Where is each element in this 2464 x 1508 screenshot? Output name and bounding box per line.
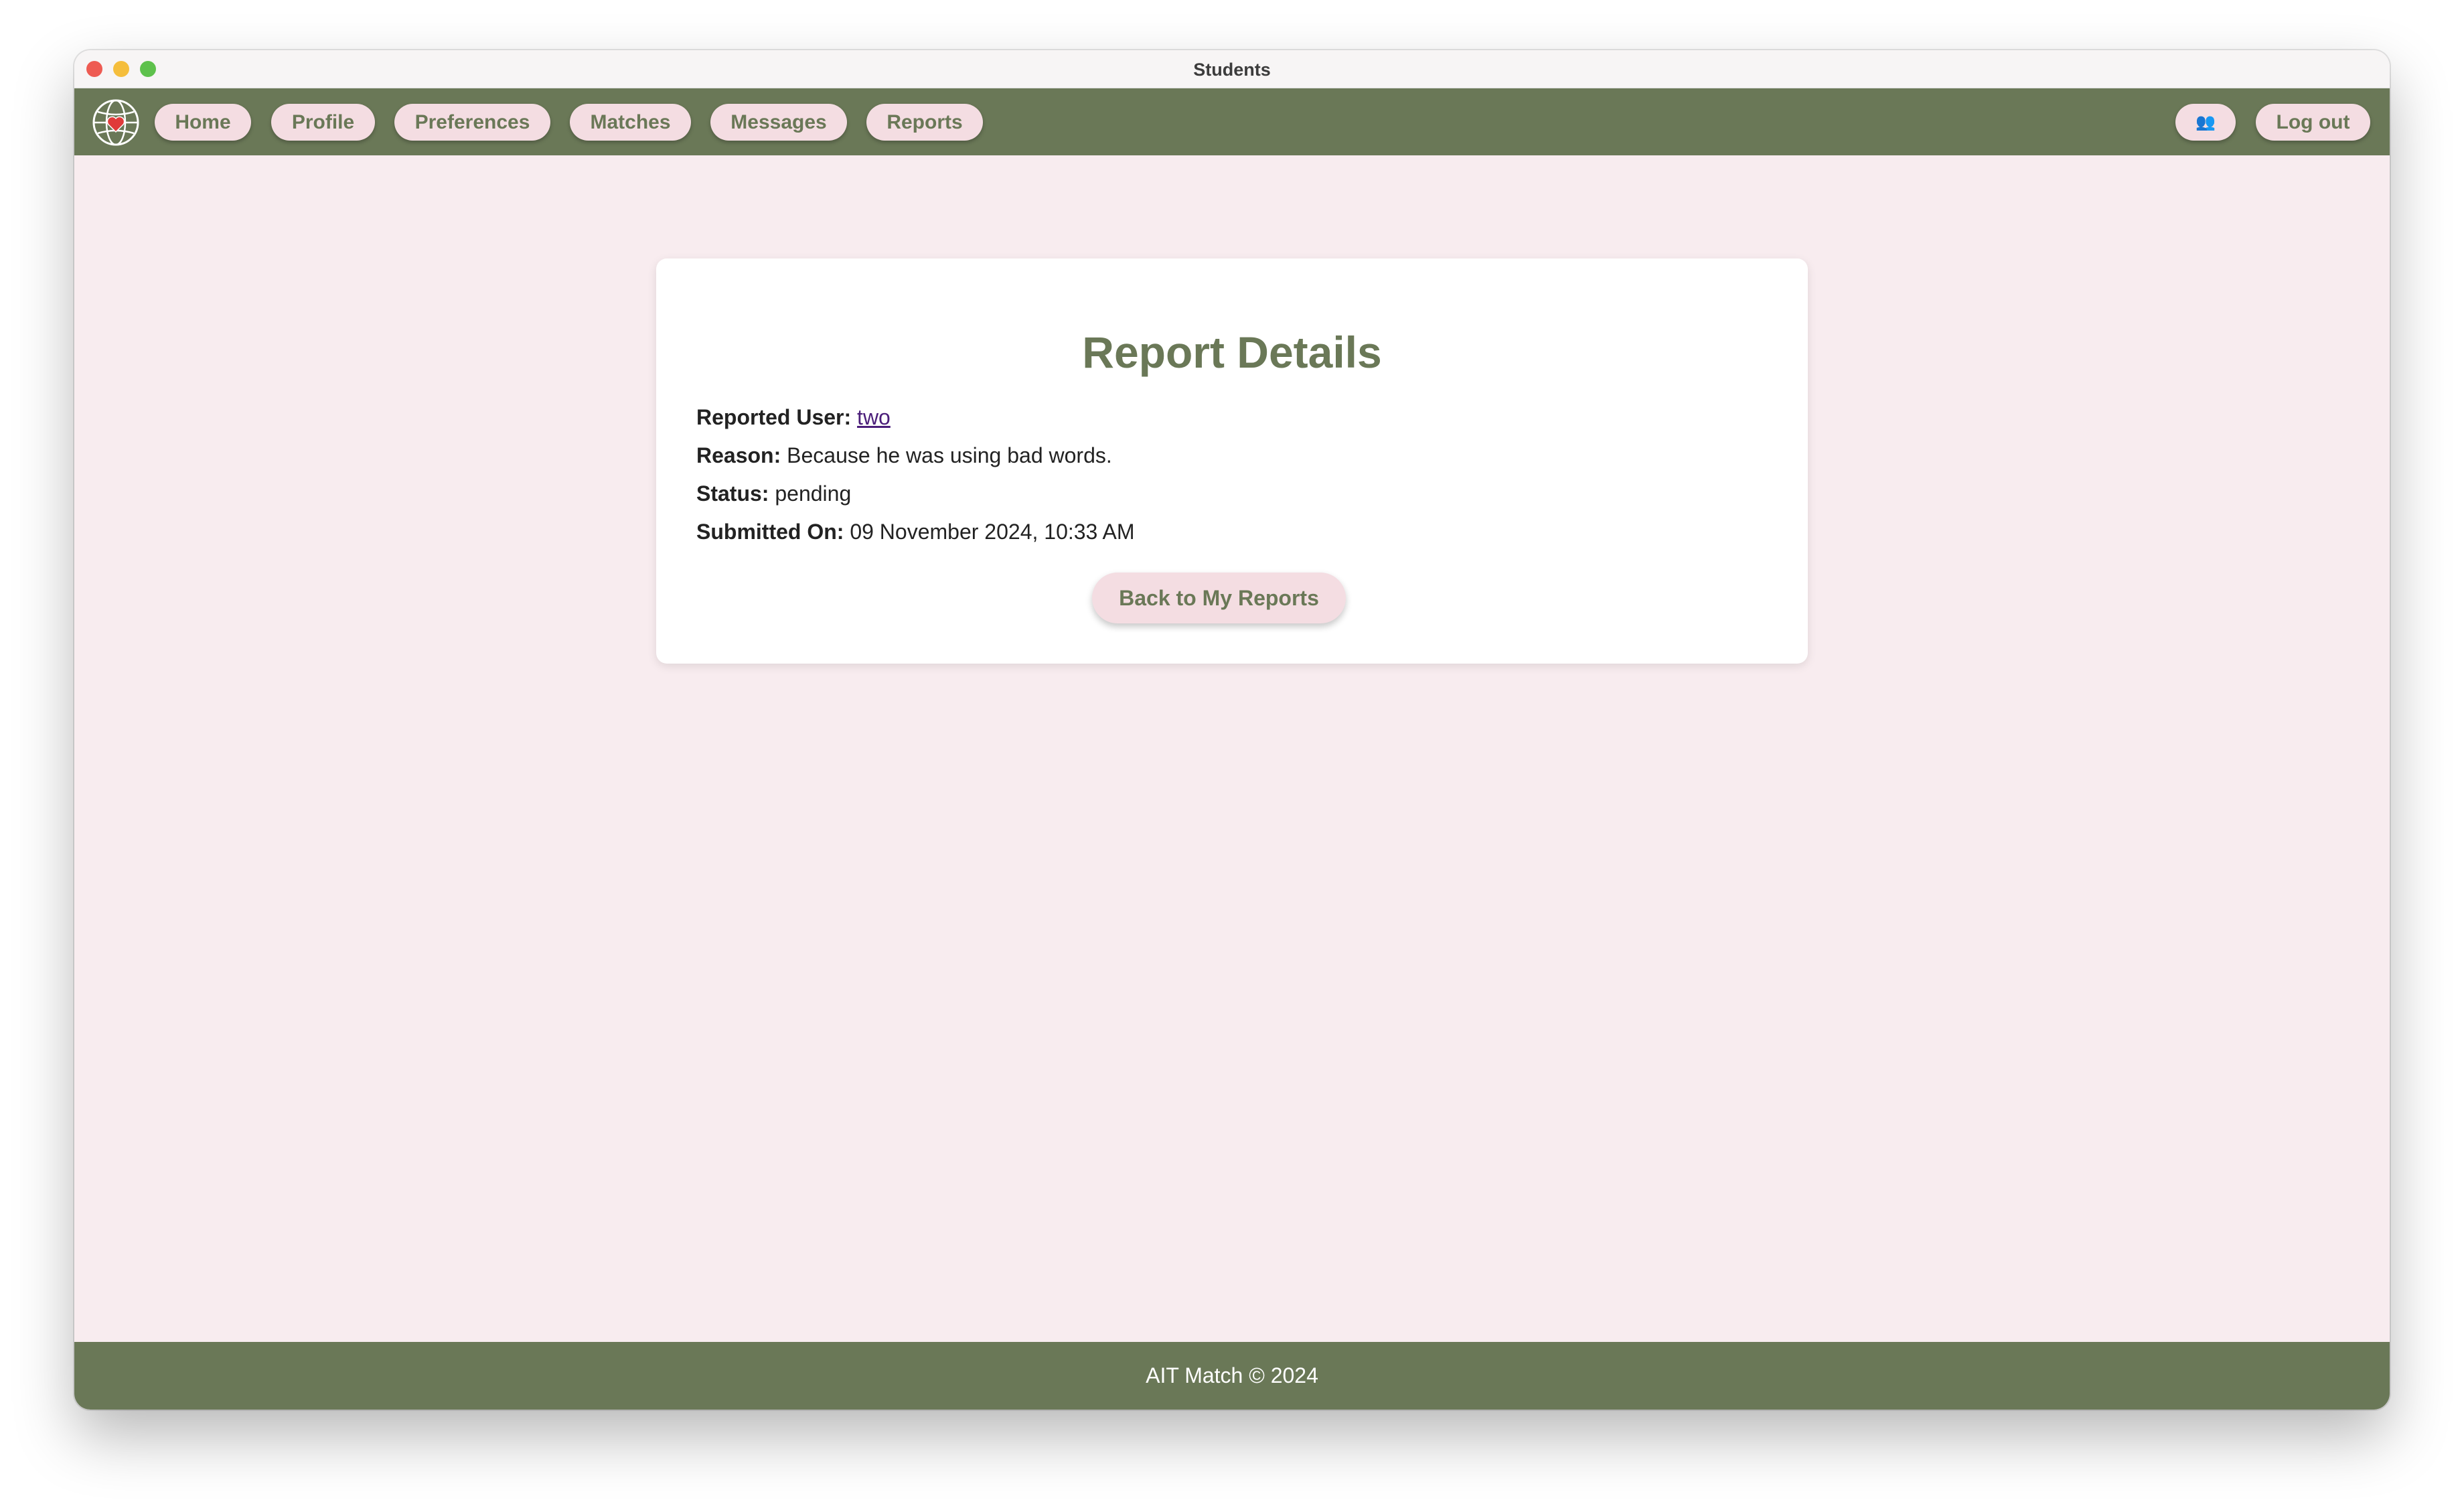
page-title: Report Details <box>1082 327 1382 377</box>
reported-user-field: Reported User: two <box>696 405 891 430</box>
window-title: Students <box>1193 60 1271 80</box>
app-window: Students Home Profile Preferences Matche… <box>74 50 2390 1410</box>
status-value: pending <box>775 481 852 506</box>
main-content: Report Details Reported User: two Reason… <box>74 205 2390 1392</box>
nav-profile-button[interactable]: Profile <box>271 104 375 141</box>
submitted-on-value: 09 November 2024, 10:33 AM <box>850 520 1135 544</box>
nav-home-button[interactable]: Home <box>155 104 251 141</box>
title-bar: Students <box>74 50 2390 88</box>
users-icon[interactable]: 👥 <box>2175 104 2236 141</box>
reason-value: Because he was using bad words. <box>787 443 1112 467</box>
footer-text: AIT Match © 2024 <box>1146 1363 1318 1387</box>
reported-user-label: Reported User: <box>696 405 852 429</box>
navbar-lower-band <box>74 155 2390 205</box>
back-to-my-reports-button[interactable]: Back to My Reports <box>1092 573 1346 623</box>
nav-preferences-button[interactable]: Preferences <box>394 104 550 141</box>
submitted-on-field: Submitted On: 09 November 2024, 10:33 AM <box>696 520 1134 544</box>
reason-field: Reason: Because he was using bad words. <box>696 443 1112 468</box>
nav-reports-button[interactable]: Reports <box>866 104 983 141</box>
globe-heart-logo-icon[interactable] <box>92 98 140 147</box>
logout-button[interactable]: Log out <box>2256 104 2370 141</box>
status-field: Status: pending <box>696 481 851 506</box>
reason-label: Reason: <box>696 443 781 467</box>
reported-user-link[interactable]: two <box>857 405 891 429</box>
report-details-card: Report Details Reported User: two Reason… <box>656 258 1808 664</box>
status-label: Status: <box>696 481 769 506</box>
top-navbar: Home Profile Preferences Matches Message… <box>74 88 2390 205</box>
nav-messages-button[interactable]: Messages <box>710 104 847 141</box>
footer: AIT Match © 2024 <box>74 1342 2390 1410</box>
nav-matches-button[interactable]: Matches <box>570 104 691 141</box>
submitted-on-label: Submitted On: <box>696 520 844 544</box>
